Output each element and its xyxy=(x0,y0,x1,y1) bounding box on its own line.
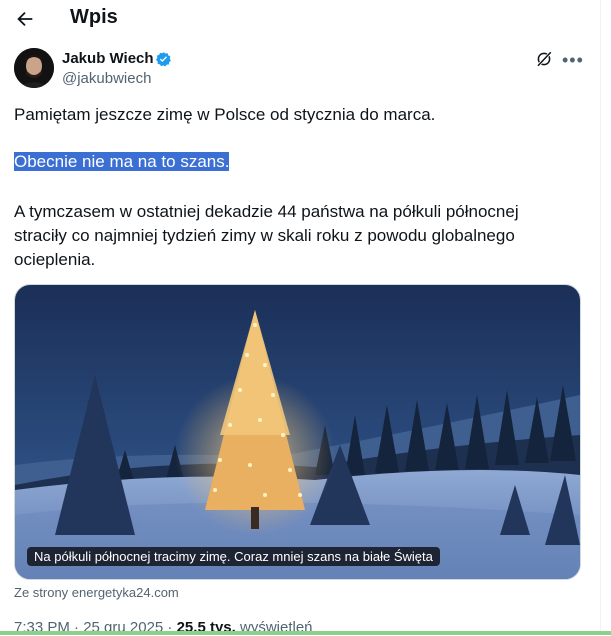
card-source[interactable]: Ze strony energetyka24.com xyxy=(14,585,179,600)
author-name[interactable]: Jakub Wiech xyxy=(62,50,154,67)
header-bar: Wpis xyxy=(0,0,600,40)
post-text-line-1: Pamiętam jeszcze zimę w Polsce od styczn… xyxy=(14,105,436,124)
post-text-line-3: A tymczasem w ostatniej dekadzie 44 pańs… xyxy=(14,202,519,269)
selected-text: Obecnie nie ma na to szans. xyxy=(14,152,230,171)
verified-badge-icon xyxy=(155,52,171,67)
column-border xyxy=(600,0,601,635)
author-handle[interactable]: @jakubwiech xyxy=(62,70,151,87)
avatar[interactable] xyxy=(14,48,54,88)
grok-icon[interactable] xyxy=(535,50,553,68)
bottom-accent-line xyxy=(0,631,611,635)
link-card-image[interactable] xyxy=(14,284,581,580)
page-title: Wpis xyxy=(70,6,118,28)
back-arrow-icon[interactable] xyxy=(14,8,36,30)
more-icon[interactable]: ••• xyxy=(562,51,584,69)
post-text-line-2: Obecnie nie ma na to szans. xyxy=(14,150,574,174)
card-caption: Na półkuli północnej tracimy zimę. Coraz… xyxy=(27,547,440,566)
